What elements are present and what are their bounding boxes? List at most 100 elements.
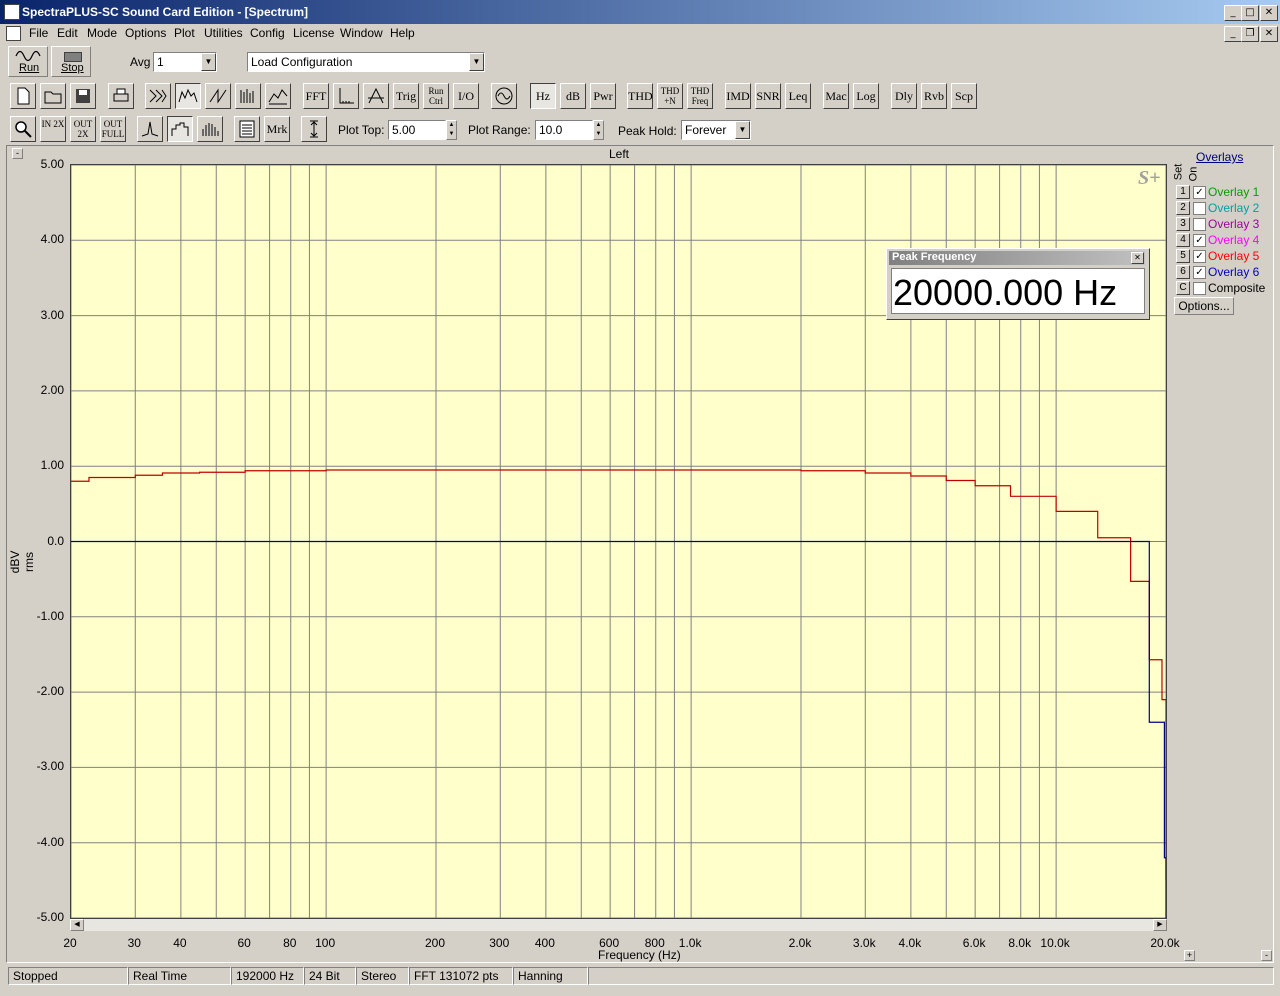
peak-hold-select[interactable]: Forever ▼	[681, 120, 751, 140]
scp-button[interactable]: Scp	[951, 83, 977, 109]
thd-button[interactable]: THD	[627, 83, 653, 109]
step-plot-button[interactable]	[167, 116, 193, 142]
spectrum-mode-button[interactable]	[175, 83, 201, 109]
save-button[interactable]	[70, 83, 96, 109]
plot-top-spinner[interactable]: ▲ ▼	[446, 120, 457, 140]
io-button[interactable]: I/O	[453, 83, 479, 109]
scroll-right-icon[interactable]: ▶	[1153, 919, 1167, 931]
overlay-set-button[interactable]: 4	[1176, 233, 1190, 247]
chevron-down-icon[interactable]: ▼	[469, 53, 484, 71]
expand-icon[interactable]: +	[1184, 950, 1195, 961]
minimize-panel-icon[interactable]: -	[1261, 950, 1272, 961]
menu-bar: File Edit Mode Options Plot Utilities Co…	[0, 24, 1280, 43]
menu-edit[interactable]: Edit	[57, 26, 78, 40]
imd-button[interactable]: IMD	[725, 83, 751, 109]
new-file-button[interactable]	[10, 83, 36, 109]
chevron-down-icon[interactable]: ▼	[735, 121, 750, 139]
overlay-checkbox[interactable]	[1193, 282, 1206, 295]
menu-mode[interactable]: Mode	[87, 26, 117, 40]
status-channels: Stereo	[356, 967, 409, 985]
close-icon[interactable]: ✕	[1260, 5, 1278, 21]
child-minimize-icon[interactable]: _	[1224, 26, 1242, 42]
overlay-set-button[interactable]: 6	[1176, 265, 1190, 279]
fft-button[interactable]: FFT	[303, 83, 329, 109]
menu-plot[interactable]: Plot	[174, 26, 195, 40]
axis-button[interactable]	[333, 83, 359, 109]
bar-plot-button[interactable]	[197, 116, 223, 142]
menu-file[interactable]: File	[29, 26, 48, 40]
load-configuration-select[interactable]: Load Configuration ▼	[247, 52, 485, 72]
zoom-in-2x-button[interactable]: IN 2X	[40, 116, 66, 142]
menu-config[interactable]: Config	[250, 26, 285, 40]
mac-button[interactable]: Mac	[823, 83, 849, 109]
zoom-out-2x-button[interactable]: OUT 2X	[70, 116, 96, 142]
zoom-out-full-button[interactable]: OUT FULL	[100, 116, 126, 142]
thd-n-button[interactable]: THD +N	[657, 83, 683, 109]
overlay-checkbox[interactable]: ✓	[1193, 186, 1206, 199]
line-plot-button[interactable]	[137, 116, 163, 142]
maximize-icon[interactable]: □	[1241, 5, 1259, 21]
plot-range-spinner[interactable]: ▲ ▼	[593, 120, 604, 140]
rvb-button[interactable]: Rvb	[921, 83, 947, 109]
overlay-set-button[interactable]: 5	[1176, 249, 1190, 263]
pwr-button[interactable]: Pwr	[590, 83, 616, 109]
chevron-down-icon[interactable]: ▼	[201, 53, 216, 71]
trig-button[interactable]: Trig	[393, 83, 419, 109]
fast-forward-button[interactable]	[145, 83, 171, 109]
snr-button[interactable]: SNR	[755, 83, 781, 109]
overlay-set-button[interactable]: 3	[1176, 217, 1190, 231]
list-view-button[interactable]	[234, 116, 260, 142]
title-bar[interactable]: SpectraPLUS-SC Sound Card Edition - [Spe…	[0, 0, 1280, 24]
plot-range-value: 10.0	[539, 123, 563, 137]
app-icon[interactable]	[4, 4, 20, 20]
menu-options[interactable]: Options	[125, 26, 166, 40]
avg-select[interactable]: 1 ▼	[153, 52, 217, 72]
vertical-scale-button[interactable]	[301, 116, 327, 142]
thd-freq-button[interactable]: THD Freq	[687, 83, 713, 109]
overlay-options-button[interactable]: Options...	[1174, 297, 1234, 315]
signal-generator-button[interactable]	[491, 83, 517, 109]
print-button[interactable]	[108, 83, 134, 109]
run-button[interactable]: Run	[8, 46, 48, 77]
run-ctrl-button[interactable]: Run Ctrl	[423, 83, 449, 109]
stop-button[interactable]: Stop	[51, 46, 91, 77]
plot-top-input[interactable]: 5.00	[388, 120, 446, 140]
child-restore-icon[interactable]: ❐	[1241, 26, 1259, 42]
leq-button[interactable]: Leq	[785, 83, 811, 109]
overlay-set-button[interactable]: C	[1176, 281, 1190, 295]
time-series-button[interactable]	[205, 83, 231, 109]
hz-button[interactable]: Hz	[530, 83, 556, 109]
overlay-checkbox[interactable]	[1193, 218, 1206, 231]
log-button[interactable]: Log	[853, 83, 879, 109]
child-close-icon[interactable]: ✕	[1260, 26, 1278, 42]
overlay-label: Overlay 3	[1208, 217, 1260, 231]
status-bit-depth: 24 Bit	[304, 967, 356, 985]
menu-utilities[interactable]: Utilities	[204, 26, 243, 40]
db-button[interactable]: dB	[560, 83, 586, 109]
overlay-checkbox[interactable]: ✓	[1193, 234, 1206, 247]
overlay-set-button[interactable]: 2	[1176, 201, 1190, 215]
menu-license[interactable]: License	[293, 26, 334, 40]
scroll-left-icon[interactable]: ◀	[70, 919, 84, 931]
overlay-checkbox[interactable]: ✓	[1193, 266, 1206, 279]
menu-help[interactable]: Help	[390, 26, 415, 40]
plot-range-input[interactable]: 10.0	[535, 120, 593, 140]
overlays-title[interactable]: Overlays	[1196, 150, 1243, 164]
overlay-set-button[interactable]: 1	[1176, 185, 1190, 199]
overlay-checkbox[interactable]	[1193, 202, 1206, 215]
open-file-button[interactable]	[40, 83, 66, 109]
mrk-button[interactable]: Mrk	[264, 116, 290, 142]
overlay-checkbox[interactable]: ✓	[1193, 250, 1206, 263]
filter-button[interactable]	[363, 83, 389, 109]
menu-window[interactable]: Window	[340, 26, 383, 40]
dly-button[interactable]: Dly	[891, 83, 917, 109]
horizontal-scrollbar[interactable]: ◀ ▶	[70, 919, 1167, 931]
3d-surface-button[interactable]	[265, 83, 291, 109]
spectrogram-button[interactable]	[235, 83, 261, 109]
child-window-icon[interactable]	[6, 26, 21, 41]
zoom-button[interactable]	[10, 116, 36, 142]
peak-window-close-icon[interactable]: ✕	[1131, 252, 1144, 264]
minimize-icon[interactable]: _	[1224, 5, 1242, 21]
peak-frequency-window[interactable]: Peak Frequency ✕ 20000.000 Hz	[886, 248, 1150, 320]
peak-window-titlebar[interactable]: Peak Frequency ✕	[889, 251, 1145, 265]
